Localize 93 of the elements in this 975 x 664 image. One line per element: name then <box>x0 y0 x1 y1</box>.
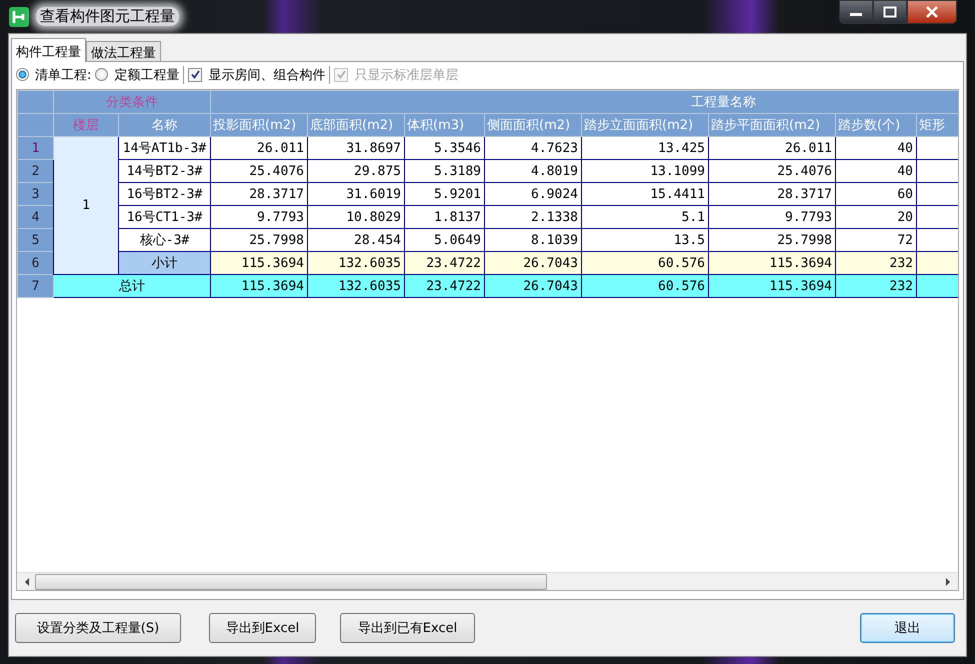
table-cell: 2.1338 <box>484 206 582 228</box>
table-cell: 6.9024 <box>484 182 582 206</box>
radio-button[interactable] <box>95 68 108 81</box>
table-cell: 9.7793 <box>210 206 308 228</box>
column-header[interactable]: 体积(m3) <box>404 114 484 136</box>
close-button[interactable] <box>907 0 957 24</box>
app-icon <box>9 6 29 26</box>
row-number: 7 <box>18 274 54 298</box>
table-cell: 13.425 <box>582 136 708 160</box>
option-label: 定额工程量 <box>114 66 180 84</box>
table-cell: 23.4722 <box>404 274 484 298</box>
table-cell: 9.7793 <box>708 206 836 228</box>
table-cell: 20 <box>836 206 916 228</box>
table-cell: 15.4411 <box>582 182 708 206</box>
row-number: 1 <box>18 136 54 160</box>
row-number: 5 <box>18 228 54 252</box>
table-cell: 5.3189 <box>404 160 484 182</box>
table-cell: 232 <box>836 252 916 274</box>
horizontal-scrollbar[interactable] <box>17 572 958 590</box>
table-cell: 28.3717 <box>708 182 836 206</box>
row-number: 6 <box>18 252 54 274</box>
table-cell: 132.6035 <box>308 274 404 298</box>
tab[interactable]: 做法工程量 <box>86 41 161 61</box>
header-cell: 楼层 <box>54 114 118 136</box>
table-cell: 40 <box>836 160 916 182</box>
table-cell: 总计 <box>54 274 210 298</box>
minimize-button[interactable] <box>839 0 873 24</box>
option-label: 清单工程: <box>35 66 92 84</box>
header-cell: 名称 <box>118 114 210 136</box>
table-cell: 4.8019 <box>484 160 582 182</box>
header-cell: 分类条件 <box>54 90 210 114</box>
table-cell: 31.8697 <box>308 136 404 160</box>
table-cell: 小计 <box>118 252 210 274</box>
table-cell: 115.3694 <box>708 252 836 274</box>
maximize-button[interactable] <box>873 0 907 24</box>
table-cell: 25.4076 <box>708 160 836 182</box>
dialog-button[interactable]: 退出 <box>860 613 955 643</box>
maximize-icon <box>883 6 897 18</box>
option-label: 显示房间、组合构件 <box>208 66 326 84</box>
table-cell: 25.4076 <box>210 160 308 182</box>
table-cell: 26.7043 <box>484 252 582 274</box>
table-cell: 115.3694 <box>210 252 308 274</box>
dialog-button[interactable]: 设置分类及工程量(S) <box>15 613 181 643</box>
column-header[interactable]: 侧面面积(m2) <box>484 114 582 136</box>
table-cell: 5.3546 <box>404 136 484 160</box>
radio-button[interactable] <box>16 68 29 81</box>
table-cell: 14号AT1b-3# <box>118 136 210 160</box>
table-cell: 115.3694 <box>210 274 308 298</box>
table-cell: 5.9201 <box>404 182 484 206</box>
header-cell <box>18 90 54 114</box>
dialog-button[interactable]: 导出到Excel <box>209 613 316 643</box>
table-cell: 14号BT2-3# <box>118 160 210 182</box>
column-header[interactable]: 踏步数(个) <box>836 114 916 136</box>
header-cell: 工程量名称 <box>210 90 958 114</box>
column-header[interactable]: 踏步立面面积(m2) <box>582 114 708 136</box>
table-cell: 10.8029 <box>308 206 404 228</box>
table-cell: 13.1099 <box>582 160 708 182</box>
option-label: 只显示标准层单层 <box>354 66 458 84</box>
row-number: 2 <box>18 160 54 182</box>
column-header[interactable]: 投影面积(m2) <box>210 114 308 136</box>
scroll-right-icon <box>944 576 952 586</box>
table-cell: 26.011 <box>708 136 836 160</box>
dialog-button[interactable]: 导出到已有Excel <box>340 613 475 643</box>
window-title: 查看构件图元工程量 <box>36 7 179 26</box>
table-cell: 115.3694 <box>708 274 836 298</box>
table-cell: 16号CT1-3# <box>118 206 210 228</box>
tab[interactable]: 构件工程量 <box>11 38 86 62</box>
table-cell: 26.7043 <box>484 274 582 298</box>
column-header[interactable]: 底部面积(m2) <box>308 114 404 136</box>
table-cell: 60.576 <box>582 274 708 298</box>
table-cell: 16号BT2-3# <box>118 182 210 206</box>
table-cell: 1 <box>54 136 118 274</box>
close-icon <box>925 6 939 18</box>
table-cell: 31.6019 <box>308 182 404 206</box>
column-header[interactable]: 矩形 <box>916 114 958 136</box>
table-cell: 28.3717 <box>210 182 308 206</box>
table-cell: 5.1 <box>582 206 708 228</box>
column-header[interactable]: 踏步平面面积(m2) <box>708 114 836 136</box>
table-cell: 1.8137 <box>404 206 484 228</box>
row-number: 3 <box>18 182 54 206</box>
checkbox[interactable] <box>188 68 202 82</box>
header-cell <box>18 114 54 136</box>
scroll-left-icon <box>23 576 31 586</box>
table-cell: 4.7623 <box>484 136 582 160</box>
table-cell: 132.6035 <box>308 252 404 274</box>
table-cell: 29.875 <box>308 160 404 182</box>
table-cell: 60.576 <box>582 252 708 274</box>
table-cell: 60 <box>836 182 916 206</box>
row-number: 4 <box>18 206 54 228</box>
table-cell: 26.011 <box>210 136 308 160</box>
table-cell: 232 <box>836 274 916 298</box>
table-cell: 23.4722 <box>404 252 484 274</box>
table-cell: 40 <box>836 136 916 160</box>
